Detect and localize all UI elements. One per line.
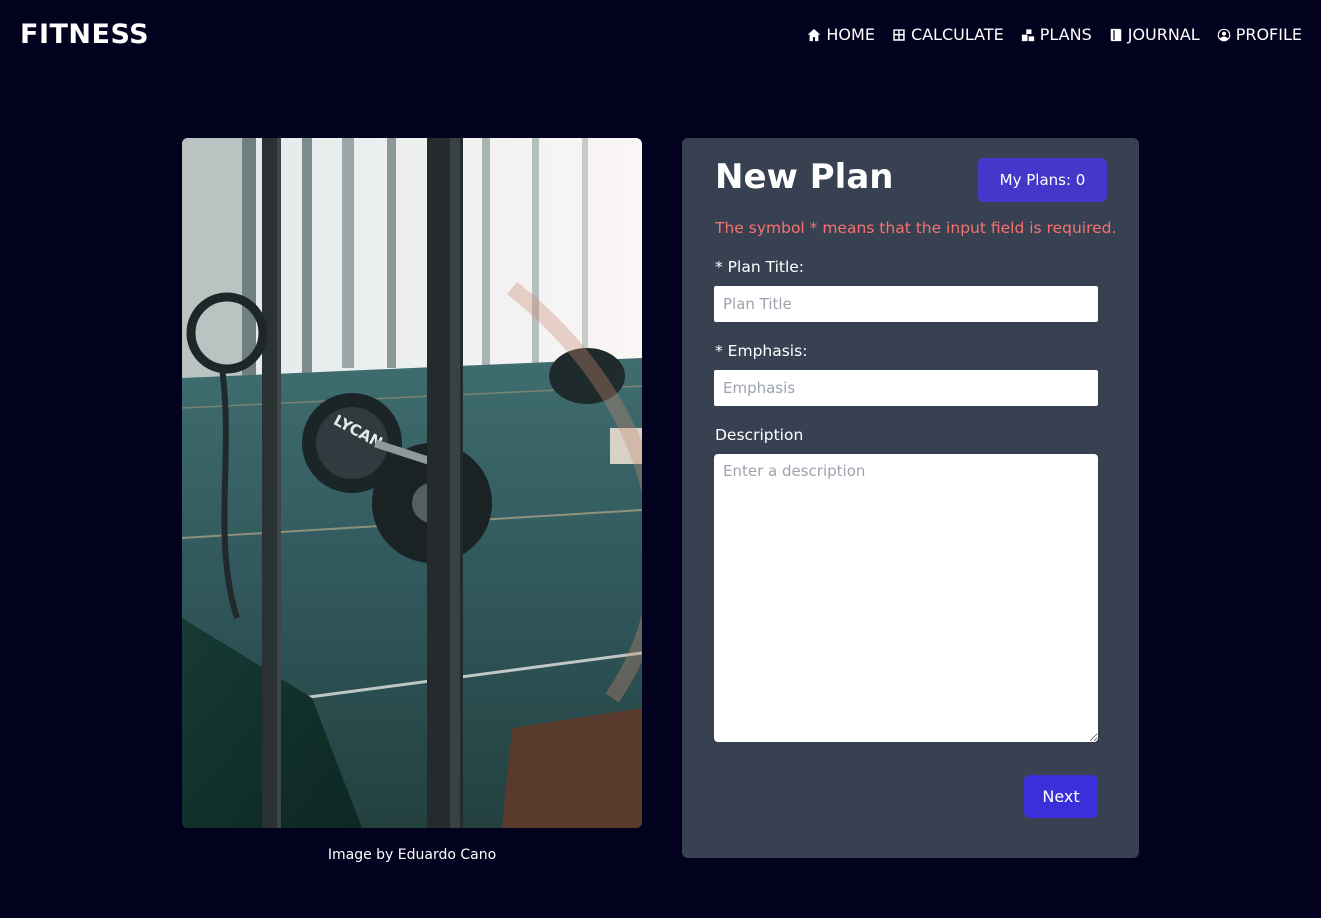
plan-title-label: * Plan Title: (715, 258, 805, 276)
plan-title-input[interactable] (714, 286, 1098, 322)
nav-journal-label: JOURNAL (1127, 25, 1200, 44)
image-credit: Image by Eduardo Cano (327, 847, 497, 863)
book-icon (1110, 28, 1121, 42)
next-button[interactable]: Next (1024, 775, 1098, 818)
nav-home[interactable]: HOME (807, 24, 875, 46)
description-label: Description (715, 426, 804, 444)
main-nav: HOME CALCULATE PLANS JOURNAL PROFILE (807, 24, 1302, 46)
gym-photo-illustration: LYCAN (182, 138, 642, 828)
nav-calculate-label: CALCULATE (910, 25, 1004, 44)
nav-profile[interactable]: PROFILE (1217, 24, 1302, 46)
emphasis-label: * Emphasis: (715, 342, 808, 360)
user-circle-icon (1217, 28, 1230, 42)
nav-home-label: HOME (826, 25, 875, 44)
nav-journal[interactable]: JOURNAL (1109, 24, 1200, 46)
my-plans-button[interactable]: My Plans: 0 (978, 158, 1107, 202)
required-field-note: The symbol * means that the input field … (715, 219, 1117, 237)
brand-logo[interactable]: FITNESS (20, 19, 149, 51)
top-navbar: FITNESS HOME CALCULATE PLANS JOURNAL PRO… (0, 0, 1321, 72)
calculator-icon (893, 29, 905, 41)
nav-plans[interactable]: PLANS (1021, 24, 1092, 46)
emphasis-input[interactable] (714, 370, 1098, 406)
home-icon (808, 29, 821, 42)
gym-photo: LYCAN (182, 138, 642, 828)
new-plan-card: New Plan My Plans: 0 The symbol * means … (682, 138, 1139, 858)
nav-plans-label: PLANS (1039, 25, 1092, 44)
page-title: New Plan (715, 157, 894, 197)
nav-calculate[interactable]: CALCULATE (892, 24, 1004, 46)
nav-profile-label: PROFILE (1235, 25, 1302, 44)
plans-icon (1021, 29, 1034, 42)
description-textarea[interactable] (714, 454, 1098, 742)
